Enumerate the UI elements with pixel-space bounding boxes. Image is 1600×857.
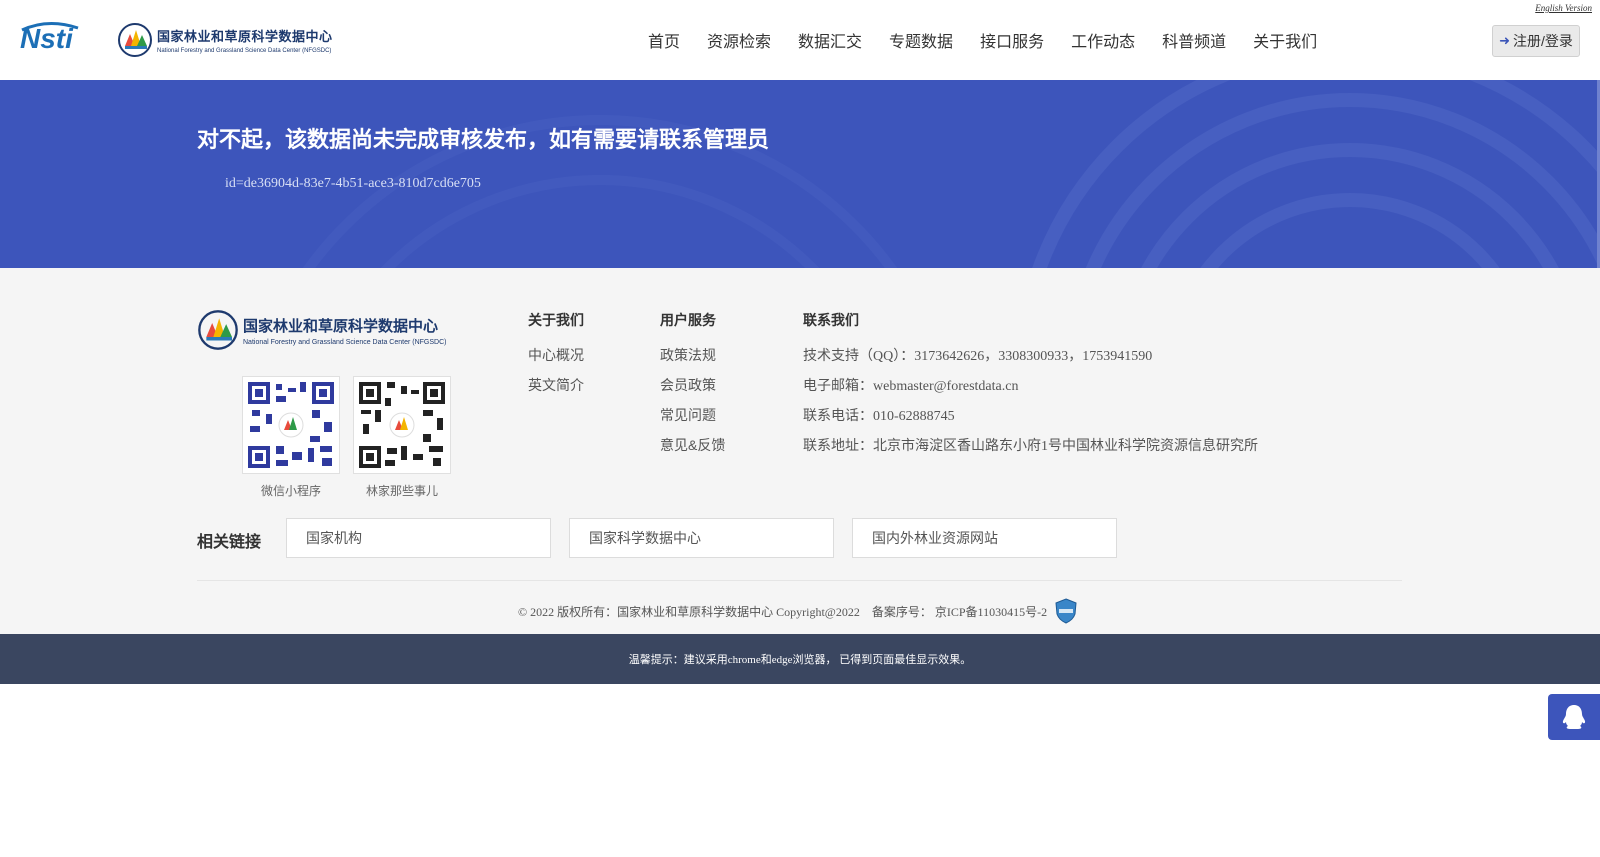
nav-thematic-data[interactable]: 专题数据	[889, 28, 953, 52]
nav-home[interactable]: 首页	[648, 28, 680, 52]
footer-link-feedback[interactable]: 意见&反馈	[660, 435, 725, 455]
official-account-qr	[353, 376, 451, 474]
footer-logo-subtitle: National Forestry and Grassland Science …	[243, 338, 447, 346]
related-link-forestry-websites[interactable]: 国内外林业资源网站	[852, 518, 1117, 558]
nfgsdc-logo[interactable]: 国家林业和草原科学数据中心 National Forestry and Gras…	[117, 20, 337, 60]
sign-in-icon: ➜	[1499, 33, 1510, 48]
dataset-id-text: id=de36904d-83e7-4b51-ace3-810d7cd6e705	[225, 176, 481, 191]
footer-link-membership[interactable]: 会员政策	[660, 375, 716, 395]
nav-about-us[interactable]: 关于我们	[1253, 28, 1317, 52]
related-link-national-agencies[interactable]: 国家机构	[286, 518, 551, 558]
site-header: English Version Nsti 国家林业和草原科学数据中心 Natio…	[0, 0, 1600, 80]
browser-tip-text: 温馨提示：建议采用chrome和edge浏览器， 已得到页面最佳显示效果。	[628, 654, 972, 666]
english-version-link[interactable]: English Version	[1535, 3, 1592, 13]
footer-link-center-overview[interactable]: 中心概况	[528, 345, 584, 365]
footer-link-faq[interactable]: 常见问题	[660, 405, 716, 425]
nsti-logo[interactable]: Nsti	[18, 20, 98, 56]
browser-tip-bar: 温馨提示：建议采用chrome和edge浏览器， 已得到页面最佳显示效果。	[0, 634, 1600, 684]
wechat-miniprogram-label: 微信小程序	[260, 484, 321, 498]
qr-code-icon	[246, 380, 336, 470]
copyright-line: © 2022 版权所有：国家林业和草原科学数据中心 Copyright@2022…	[518, 598, 1077, 624]
footer-logo-title: 国家林业和草原科学数据中心	[243, 317, 439, 335]
wechat-miniprogram-qr	[242, 376, 340, 474]
footer-divider	[197, 580, 1402, 581]
qq-penguin-icon	[1562, 705, 1586, 729]
contact-email: 电子邮箱：webmaster@forestdata.cn	[803, 379, 1019, 394]
footer-link-english-intro[interactable]: 英文简介	[528, 375, 584, 395]
notice-title: 对不起，该数据尚未完成审核发布，如有需要请联系管理员	[197, 127, 770, 152]
nav-resource-search[interactable]: 资源检索	[707, 28, 771, 52]
nav-work-news[interactable]: 工作动态	[1071, 28, 1135, 52]
copyright-text: © 2022 版权所有：国家林业和草原科学数据中心 Copyright@2022	[518, 604, 860, 619]
contact-address: 联系地址：北京市海淀区香山路东小府1号中国林业科学院资源信息研究所	[803, 439, 1258, 454]
register-login-button[interactable]: ➜ 注册/登录	[1492, 25, 1580, 57]
footer-logo: 国家林业和草原科学数据中心 National Forestry and Gras…	[197, 308, 457, 352]
notice-banner: 对不起，该数据尚未完成审核发布，如有需要请联系管理员 id=de36904d-8…	[0, 80, 1600, 268]
footer-contact-title: 联系我们	[803, 312, 859, 328]
footer-link-policies[interactable]: 政策法规	[660, 345, 716, 365]
main-nav: 首页 资源检索 数据汇交 专题数据 接口服务 工作动态 科普频道 关于我们	[648, 28, 1317, 52]
footer-service-title: 用户服务	[660, 312, 716, 328]
footer-about-title: 关于我们	[528, 312, 584, 328]
contact-qq: 技术支持（QQ）：3173642626，3308300933，175394159…	[803, 349, 1153, 364]
logo-title: 国家林业和草原科学数据中心	[157, 29, 333, 44]
nav-science-channel[interactable]: 科普频道	[1162, 28, 1226, 52]
nfgsdc-emblem-icon	[118, 23, 152, 57]
site-footer: 国家林业和草原科学数据中心 National Forestry and Gras…	[0, 268, 1600, 634]
police-badge-icon[interactable]	[1055, 598, 1077, 624]
login-label: 注册/登录	[1513, 33, 1573, 49]
nav-data-submission[interactable]: 数据汇交	[798, 28, 862, 52]
icp-record[interactable]: 备案序号： 京ICP备11030415号-2	[872, 603, 1047, 620]
official-account-label: 林家那些事儿	[365, 484, 438, 498]
related-links-title: 相关链接	[197, 534, 262, 551]
qr-code-icon	[357, 380, 447, 470]
nfgsdc-emblem-icon	[198, 310, 238, 350]
nav-api-service[interactable]: 接口服务	[980, 28, 1044, 52]
logo-subtitle: National Forestry and Grassland Science …	[157, 48, 332, 54]
banner-wave-decoration	[302, 80, 1600, 268]
qq-contact-button[interactable]	[1548, 694, 1600, 740]
related-link-science-data-centers[interactable]: 国家科学数据中心	[569, 518, 834, 558]
contact-phone: 联系电话：010-62888745	[803, 409, 955, 424]
